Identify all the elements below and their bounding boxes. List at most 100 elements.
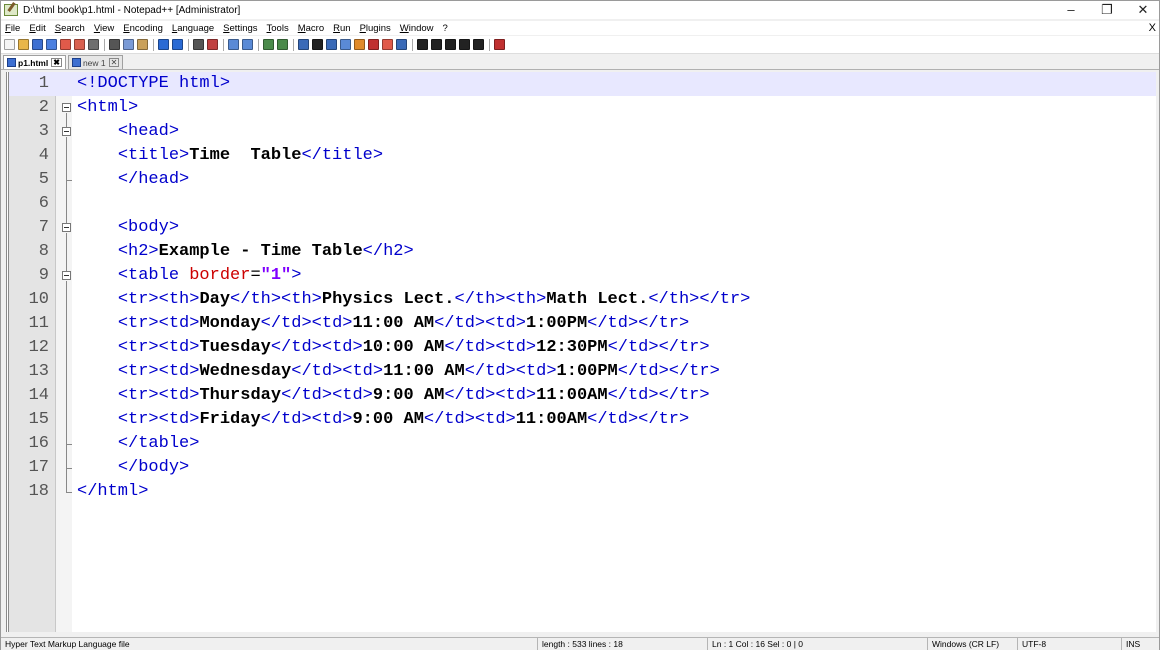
code-line[interactable]: 15 <tr><td>Friday</td><td>9:00 AM</td><t… xyxy=(9,408,1156,432)
menu-file[interactable]: File xyxy=(5,23,20,34)
code-text: </table> xyxy=(77,432,200,456)
close-button[interactable]: ✕ xyxy=(1129,1,1157,19)
code-line[interactable]: 3 <head> xyxy=(9,120,1156,144)
code-token: </td><td> xyxy=(464,362,557,381)
fold-marker xyxy=(61,240,71,264)
code-line[interactable]: 10 <tr><th>Day</th><th>Physics Lect.</th… xyxy=(9,288,1156,312)
all-chars-icon[interactable] xyxy=(312,39,323,50)
spell-check-icon[interactable] xyxy=(494,39,505,50)
zoom-out-icon[interactable] xyxy=(242,39,253,50)
udl-icon[interactable] xyxy=(340,39,351,50)
fold-marker xyxy=(61,456,72,480)
menu-edit[interactable]: Edit xyxy=(29,23,45,34)
code-token: Day xyxy=(199,290,231,309)
find-icon[interactable] xyxy=(193,39,204,50)
code-line[interactable]: 16 </table> xyxy=(9,432,1156,456)
code-line[interactable]: 13 <tr><td>Wednesday</td><td>11:00 AM</t… xyxy=(9,360,1156,384)
fold-marker[interactable] xyxy=(61,120,71,144)
menu-tools[interactable]: Tools xyxy=(267,23,289,34)
minimize-button[interactable]: – xyxy=(1057,1,1085,19)
undo-icon[interactable] xyxy=(158,39,169,50)
fold-toggle-icon[interactable] xyxy=(62,223,71,232)
code-token: Math Lect. xyxy=(546,290,649,309)
code-line[interactable]: 8 <h2>Example - Time Table</h2> xyxy=(9,240,1156,264)
code-line[interactable]: 17 </body> xyxy=(9,456,1156,480)
redo-icon[interactable] xyxy=(172,39,183,50)
code-line[interactable]: 1 <!DOCTYPE html> xyxy=(9,72,1156,96)
folder-workspace-icon[interactable] xyxy=(382,39,393,50)
play-macro-icon[interactable] xyxy=(445,39,456,50)
notepadpp-app-icon[interactable] xyxy=(4,4,18,16)
fold-marker[interactable] xyxy=(61,216,71,240)
title-bar: D:\html book\p1.html - Notepad++ [Admini… xyxy=(1,1,1159,19)
status-position: Ln : 1 Col : 16 Sel : 0 | 0 xyxy=(707,638,803,650)
cut-icon[interactable] xyxy=(109,39,120,50)
save-all-icon[interactable] xyxy=(46,39,57,50)
record-macro-icon[interactable] xyxy=(417,39,428,50)
menu-language[interactable]: Language xyxy=(172,23,214,34)
status-length: length : 533 lines : 18 xyxy=(537,638,623,650)
menu-run[interactable]: Run xyxy=(333,23,350,34)
menu-encoding[interactable]: Encoding xyxy=(123,23,163,34)
monitor-icon[interactable] xyxy=(396,39,407,50)
save-icon[interactable] xyxy=(32,39,43,50)
run-macro-multiple-icon[interactable] xyxy=(459,39,470,50)
menu-view[interactable]: View xyxy=(94,23,114,34)
line-number: 4 xyxy=(38,146,49,165)
code-token: </td><td> xyxy=(270,338,363,357)
code-line[interactable]: 18 </html> xyxy=(9,480,1156,504)
code-editor[interactable]: 1 <!DOCTYPE html> 2 <html> 3 <head> 4 <title>… xyxy=(6,72,1156,632)
copy-icon[interactable] xyxy=(123,39,134,50)
tab-close-icon[interactable]: ✕ xyxy=(108,58,120,67)
code-token: </td><td> xyxy=(444,338,537,357)
code-line[interactable]: 6 xyxy=(9,192,1156,216)
indent-guide-icon[interactable] xyxy=(326,39,337,50)
tab-close-icon[interactable]: ✖ xyxy=(51,58,62,67)
stop-macro-icon[interactable] xyxy=(431,39,442,50)
save-macro-icon[interactable] xyxy=(473,39,484,50)
code-text: <tr><td>Tuesday</td><td>10:00 AM</td><td… xyxy=(77,336,710,360)
fold-toggle-icon[interactable] xyxy=(62,127,71,136)
close-icon[interactable] xyxy=(60,39,71,50)
paste-icon[interactable] xyxy=(137,39,148,50)
tab-new-1[interactable]: new 1 ✕ xyxy=(67,55,124,69)
code-token: Tuesday xyxy=(199,338,271,357)
function-list-icon[interactable] xyxy=(368,39,379,50)
zoom-in-icon[interactable] xyxy=(228,39,239,50)
open-file-icon[interactable] xyxy=(18,39,29,50)
menu-window[interactable]: Window xyxy=(400,23,434,34)
maximize-button[interactable]: ❐ xyxy=(1093,1,1121,19)
code-token: Monday xyxy=(199,314,261,333)
code-token: </td></tr> xyxy=(617,362,720,381)
replace-icon[interactable] xyxy=(207,39,218,50)
code-line[interactable]: 9 <table border="1"> xyxy=(9,264,1156,288)
code-line[interactable]: 14 <tr><td>Thursday</td><td>9:00 AM</td>… xyxy=(9,384,1156,408)
menu-settings[interactable]: Settings xyxy=(223,23,257,34)
code-line[interactable]: 4 <title>Time Table</title> xyxy=(9,144,1156,168)
sync-h-icon[interactable] xyxy=(277,39,288,50)
code-line[interactable]: 7 <body> xyxy=(9,216,1156,240)
code-token: 11:00 AM xyxy=(383,362,465,381)
menu-help[interactable]: ? xyxy=(443,23,448,34)
fold-marker[interactable] xyxy=(61,96,71,120)
menu-macro[interactable]: Macro xyxy=(298,23,324,34)
code-line[interactable]: 2 <html> xyxy=(9,96,1156,120)
menu-search[interactable]: Search xyxy=(55,23,85,34)
code-line[interactable]: 5 </head> xyxy=(9,168,1156,192)
print-icon[interactable] xyxy=(88,39,99,50)
code-text: <body> xyxy=(77,216,179,240)
code-line[interactable]: 12 <tr><td>Tuesday</td><td>10:00 AM</td>… xyxy=(9,336,1156,360)
fold-toggle-icon[interactable] xyxy=(62,271,71,280)
close-all-icon[interactable] xyxy=(74,39,85,50)
fold-toggle-icon[interactable] xyxy=(62,103,71,112)
code-token: > xyxy=(291,266,302,285)
doc-map-icon[interactable] xyxy=(354,39,365,50)
menu-plugins[interactable]: Plugins xyxy=(360,23,391,34)
tab-p1-html[interactable]: p1.html ✖ xyxy=(3,55,66,69)
word-wrap-icon[interactable] xyxy=(298,39,309,50)
new-file-icon[interactable] xyxy=(4,39,15,50)
fold-marker[interactable] xyxy=(61,264,71,288)
sync-v-icon[interactable] xyxy=(263,39,274,50)
code-line[interactable]: 11 <tr><td>Monday</td><td>11:00 AM</td><… xyxy=(9,312,1156,336)
close-document-button[interactable]: X xyxy=(1149,21,1156,35)
